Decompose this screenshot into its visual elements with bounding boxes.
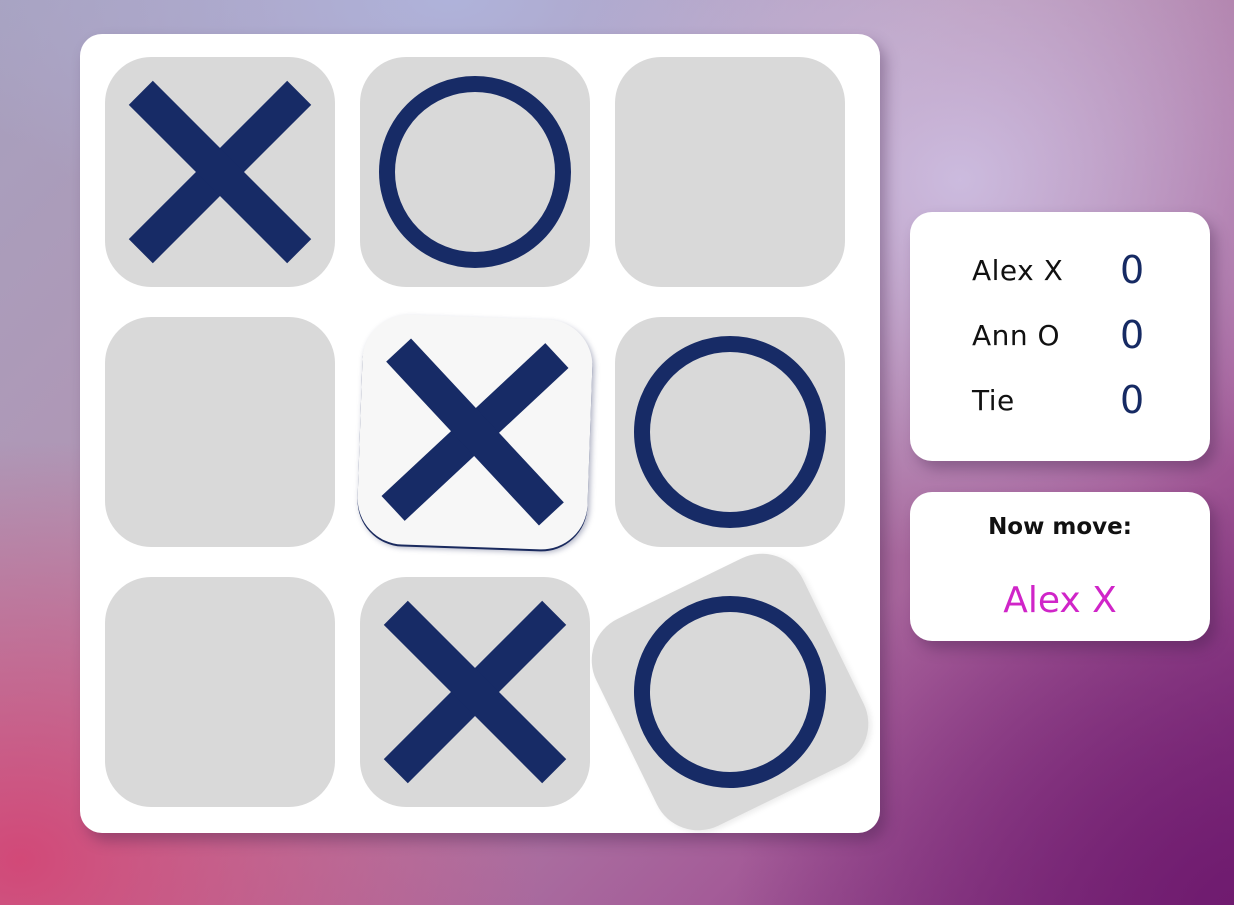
player-name: Ann O (972, 319, 1061, 352)
player-score: 0 (1120, 313, 1145, 357)
current-player: Alex X (1003, 580, 1117, 621)
turn-label: Now move: (988, 514, 1132, 540)
o-mark-icon (634, 596, 826, 788)
turn-panel: Now move: Alex X (910, 492, 1210, 641)
player-score: 0 (1120, 248, 1145, 292)
score-row-player-o: Ann O 0 (910, 311, 1210, 361)
board-cell-2[interactable] (360, 57, 590, 287)
scoreboard-panel: Alex X 0 Ann O 0 Tie 0 (910, 212, 1210, 461)
board-cell-6[interactable] (615, 317, 845, 547)
board-cell-4[interactable] (105, 317, 335, 547)
game-board (80, 34, 884, 846)
x-mark-icon (383, 600, 567, 784)
board-cell-8[interactable] (360, 577, 590, 807)
board-cell-3[interactable] (615, 57, 845, 287)
board-cell-1[interactable] (105, 57, 335, 287)
tie-score: 0 (1120, 378, 1145, 422)
board-cell-9[interactable] (576, 538, 884, 846)
score-row-tie: Tie 0 (910, 376, 1210, 426)
x-mark-icon (381, 338, 569, 526)
score-row-player-x: Alex X 0 (910, 246, 1210, 296)
o-mark-icon (634, 336, 826, 528)
x-mark-icon (128, 80, 312, 264)
board-cell-7[interactable] (105, 577, 335, 807)
board-cell-5[interactable] (356, 313, 594, 551)
o-mark-icon (379, 76, 571, 268)
tie-label: Tie (972, 384, 1015, 417)
player-name: Alex X (972, 254, 1064, 287)
